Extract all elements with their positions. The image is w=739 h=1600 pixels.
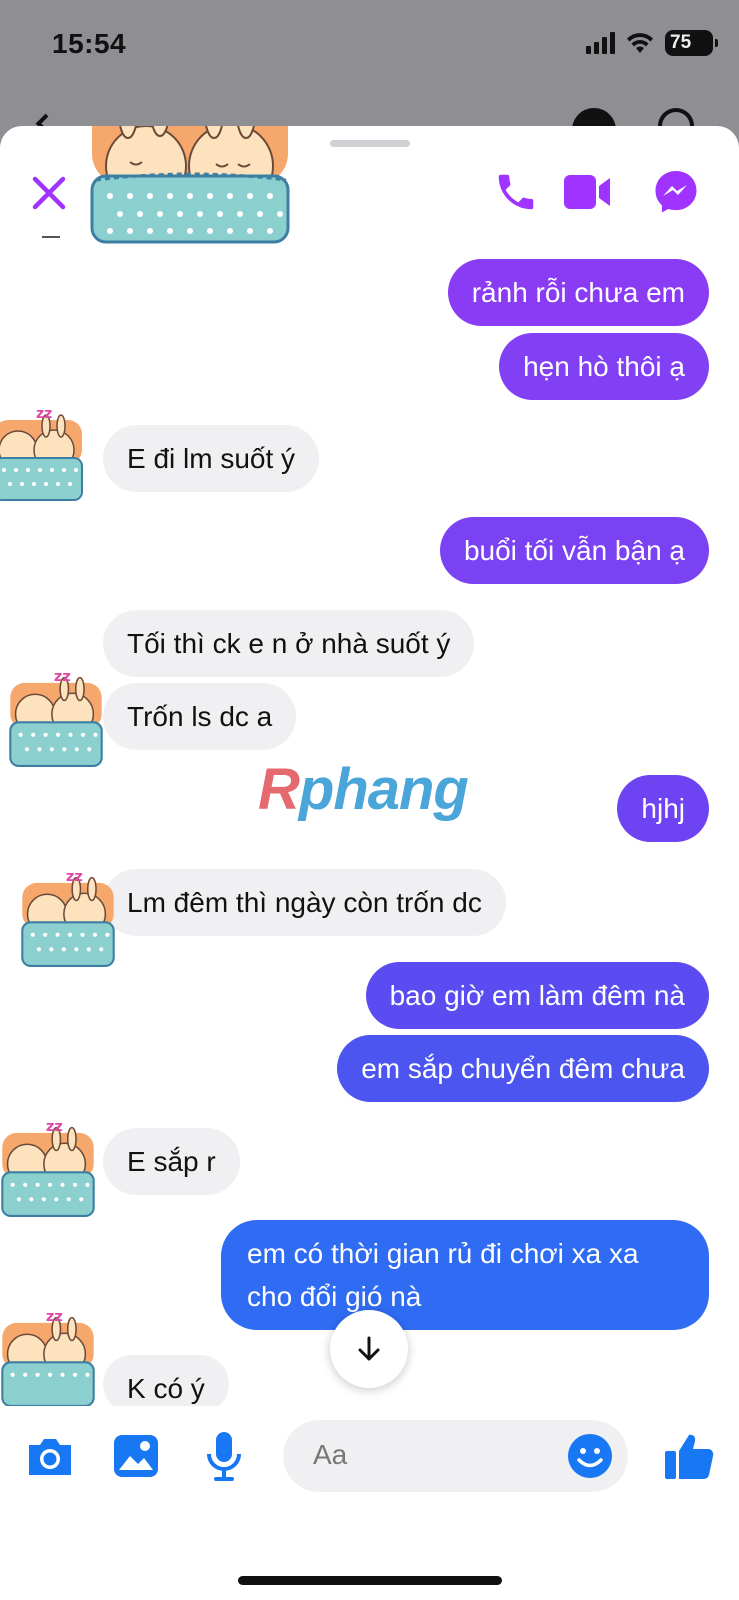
sender-avatar[interactable]: zz	[0, 1300, 102, 1408]
home-indicator	[238, 1576, 502, 1585]
message-bubble-outgoing[interactable]: bao giờ em làm đêm nà	[365, 962, 709, 1029]
contact-avatar-sticker[interactable]: z z z	[86, 126, 296, 246]
watermark-logo: Rphang	[258, 756, 469, 823]
phone-icon	[498, 174, 534, 210]
arrow-down-icon	[358, 1336, 380, 1361]
scroll-to-bottom-button[interactable]	[330, 1310, 408, 1388]
voice-message-button[interactable]	[196, 1428, 252, 1484]
message-bubble-outgoing[interactable]: hjhj	[617, 775, 709, 842]
like-button[interactable]	[658, 1428, 720, 1484]
message-bubble-incoming[interactable]: E sắp r	[103, 1128, 240, 1195]
header-divider	[42, 236, 60, 238]
svg-text:zz: zz	[54, 669, 71, 685]
sender-avatar[interactable]: zz	[0, 398, 84, 502]
svg-text:zz: zz	[46, 1309, 63, 1325]
thumbs-up-icon	[665, 1434, 714, 1479]
messenger-button[interactable]	[648, 164, 704, 220]
video-call-button[interactable]	[556, 164, 618, 220]
video-icon	[564, 175, 610, 209]
close-button[interactable]	[26, 170, 72, 216]
message-input[interactable]: Aa	[283, 1420, 628, 1492]
svg-text:zz: zz	[46, 1119, 63, 1135]
message-bubble-incoming[interactable]: Trốn ls dc a	[103, 683, 297, 750]
image-icon	[114, 1435, 158, 1477]
sender-avatar[interactable]: zz	[2, 660, 110, 768]
battery-indicator: 75	[665, 30, 718, 56]
message-input-placeholder: Aa	[313, 1439, 348, 1470]
message-bubble-outgoing[interactable]: rảnh rỗi chưa em	[447, 259, 709, 326]
camera-button[interactable]	[22, 1428, 78, 1484]
cellular-signal-icon	[586, 32, 615, 54]
message-bubble-outgoing[interactable]: hẹn hò thôi ạ	[499, 333, 709, 400]
message-bubble-incoming[interactable]: Tối thì ck e n ở nhà suốt ý	[103, 610, 475, 677]
gallery-button[interactable]	[108, 1428, 164, 1484]
message-bubble-incoming[interactable]: E đi lm suốt ý	[103, 425, 320, 492]
call-button[interactable]	[488, 164, 544, 220]
status-time: 15:54	[52, 28, 127, 59]
status-icons: 75	[586, 30, 718, 56]
message-bubble-incoming[interactable]: Lm đêm thì ngày còn trốn dc	[103, 869, 506, 936]
messenger-icon	[655, 171, 697, 213]
chat-sheet: z z z rảnh rỗi chưa em hẹn hò thôi ạ E đ…	[0, 126, 739, 1600]
wifi-icon	[627, 33, 653, 53]
svg-text:zz: zz	[66, 869, 83, 885]
sheet-grabber[interactable]	[330, 140, 410, 147]
message-bubble-outgoing[interactable]: em có thời gian rủ đi chơi xa xa cho đổi…	[221, 1220, 709, 1330]
sender-avatar[interactable]: zz	[14, 860, 122, 968]
message-bubble-incoming[interactable]: K có ý	[103, 1355, 229, 1413]
watermark-text: phang	[298, 757, 469, 822]
close-icon	[32, 176, 66, 210]
message-composer: Aa	[0, 1406, 739, 1506]
message-bubble-outgoing[interactable]: em sắp chuyển đêm chưa	[337, 1035, 709, 1102]
camera-icon	[29, 1439, 71, 1475]
message-bubble-outgoing[interactable]: buổi tối vẫn bận ạ	[439, 517, 709, 584]
microphone-icon	[207, 1432, 241, 1481]
watermark-letter: R	[258, 757, 300, 822]
svg-text:zz: zz	[36, 406, 52, 422]
emoji-icon[interactable]	[566, 1432, 614, 1480]
status-bar: 15:54 75	[0, 0, 739, 95]
sender-avatar[interactable]: zz	[0, 1110, 102, 1218]
